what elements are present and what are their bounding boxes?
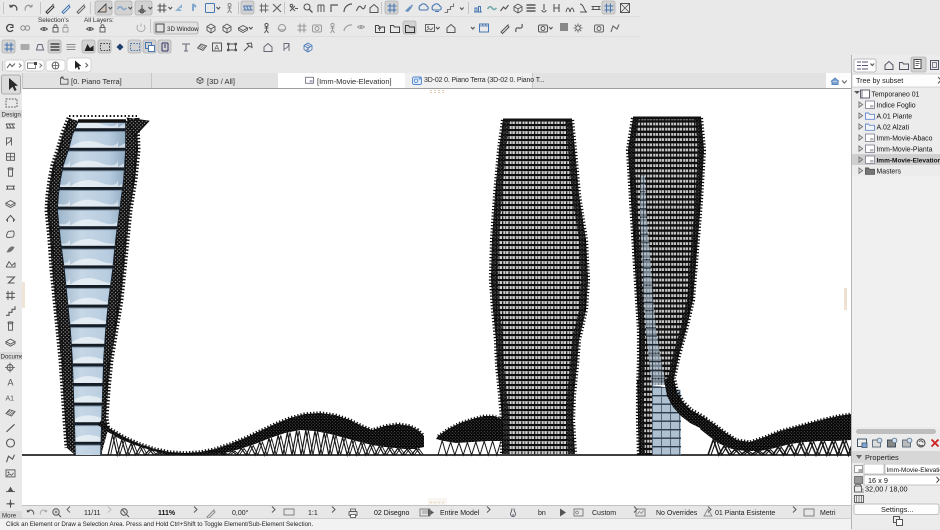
svg-text:01 Pianta Esistente: 01 Pianta Esistente	[715, 510, 775, 517]
svg-text:A: A	[214, 43, 219, 52]
svg-text:Masters: Masters	[877, 169, 902, 176]
svg-text:Imm-Movie-Pianta: Imm-Movie-Pianta	[877, 147, 933, 154]
svg-text:Metri: Metri	[820, 510, 836, 517]
svg-text:111%: 111%	[158, 510, 176, 517]
svg-text:A1: A1	[6, 395, 15, 402]
svg-text:11/11: 11/11	[84, 510, 101, 517]
svg-text:All Layers:: All Layers:	[84, 17, 114, 24]
svg-text:Temporaneo 01: Temporaneo 01	[872, 92, 920, 99]
svg-text:02 Disegno: 02 Disegno	[374, 510, 410, 517]
svg-text:Docume: Docume	[1, 354, 23, 361]
svg-text:Imm-Movie-Elevation: Imm-Movie-Elevation	[877, 158, 940, 165]
svg-text:0,00°: 0,00°	[232, 509, 249, 517]
svg-text:Imm-Movie-Abaco: Imm-Movie-Abaco	[877, 136, 933, 143]
svg-text:Settings...: Settings...	[881, 505, 913, 514]
svg-text:Tree by subset: Tree by subset	[856, 76, 903, 85]
svg-text:A.01 Piante: A.01 Piante	[877, 114, 913, 121]
svg-text:32,00 / 18,00: 32,00 / 18,00	[865, 485, 908, 494]
svg-text:Imm-Movie-Elevation: Imm-Movie-Elevation	[887, 467, 940, 474]
svg-text:A.02 Alzati: A.02 Alzati	[877, 125, 910, 132]
svg-text:3D Window: 3D Window	[167, 26, 199, 33]
svg-text:Properties: Properties	[865, 453, 899, 462]
svg-text:Design: Design	[2, 112, 22, 119]
svg-text:Indice Foglio: Indice Foglio	[877, 103, 916, 110]
svg-text:1:1: 1:1	[308, 510, 318, 517]
svg-text:Selection’s: Selection’s	[38, 17, 69, 24]
svg-text:Custom: Custom	[592, 510, 616, 517]
svg-text:bn: bn	[538, 510, 546, 517]
svg-text:A: A	[8, 378, 14, 388]
svg-text:Entire Model: Entire Model	[440, 510, 480, 517]
svg-text:No Overrides: No Overrides	[656, 510, 698, 517]
